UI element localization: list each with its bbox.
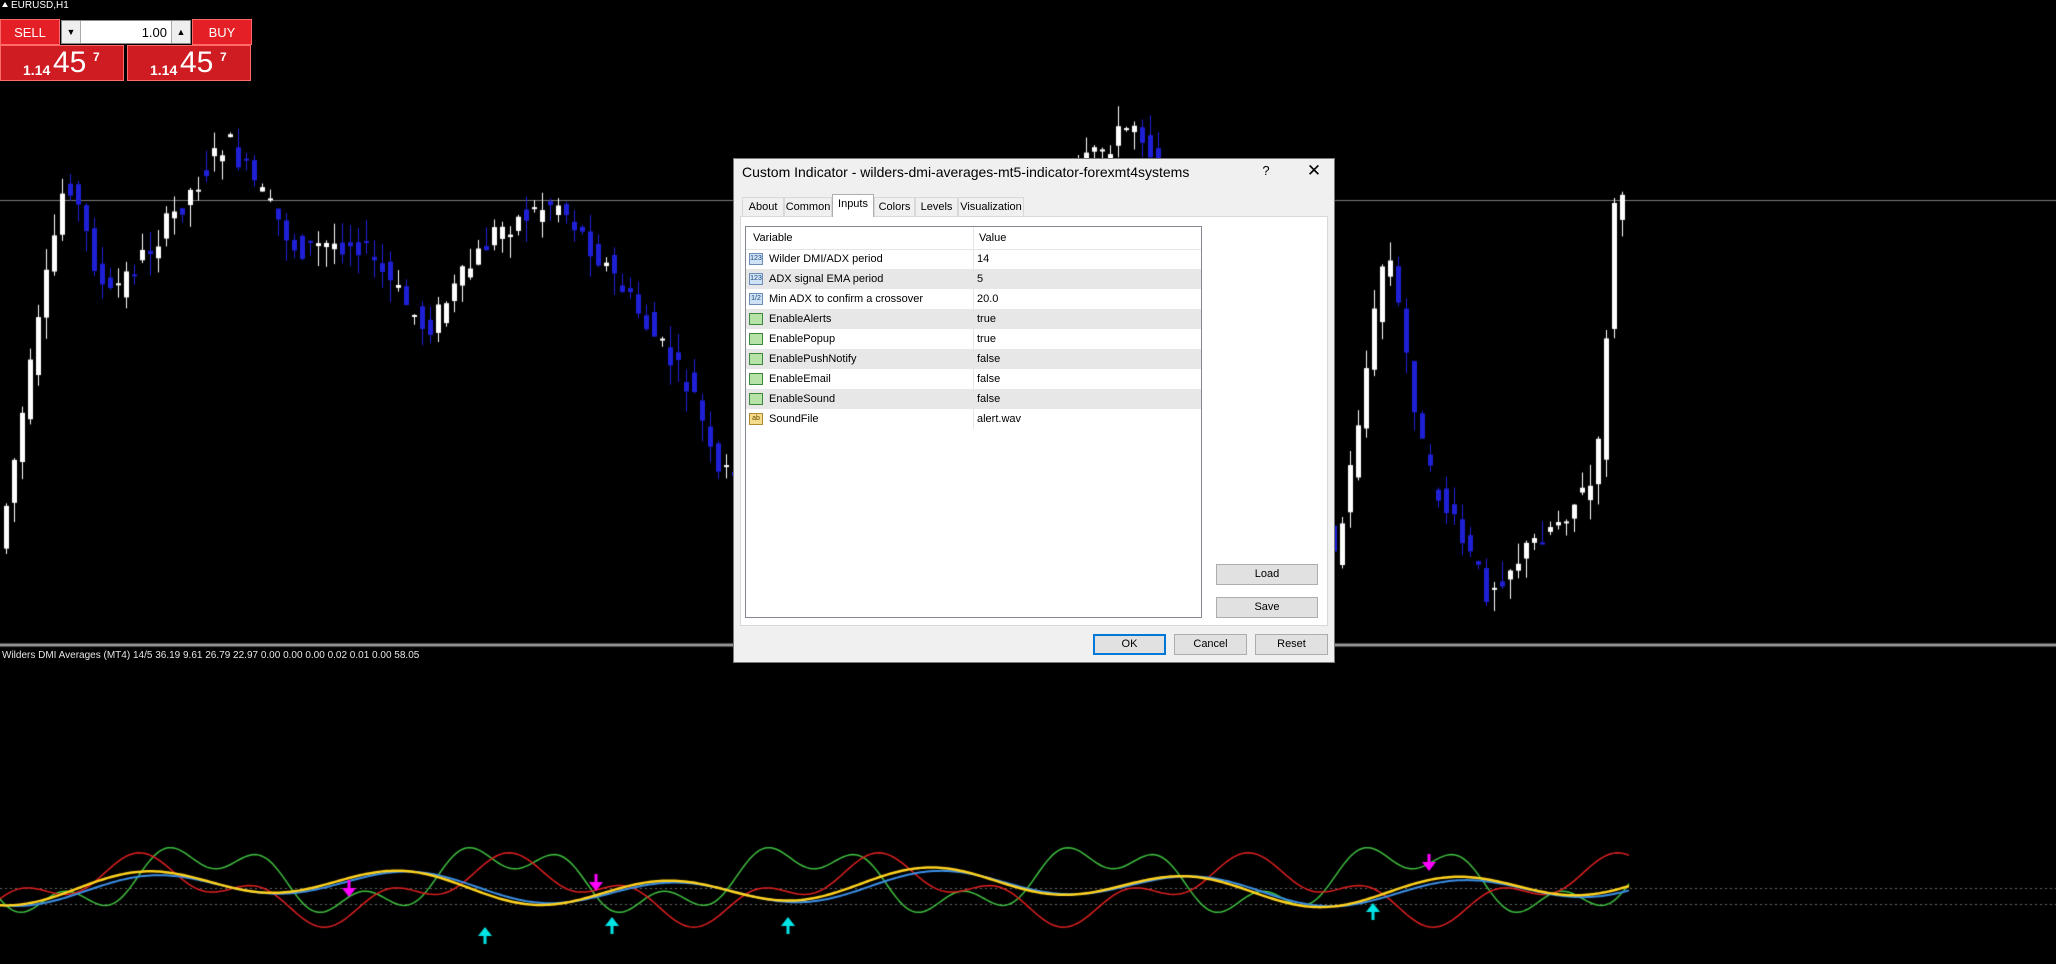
sell-price-pips: 45	[53, 46, 87, 79]
buy-price-pips: 45	[180, 46, 214, 79]
input-row[interactable]: 123 ADX signal EMA period 5	[746, 269, 1201, 289]
sell-price-button[interactable]: 1.14 45 7	[0, 45, 124, 81]
column-header-value[interactable]: Value	[979, 227, 1006, 249]
row-divider	[973, 289, 974, 309]
tab-inputs[interactable]: Inputs	[832, 194, 874, 217]
input-value[interactable]: 14	[977, 249, 989, 269]
input-row[interactable]: EnableAlerts true	[746, 309, 1201, 329]
row-divider	[973, 369, 974, 389]
input-row[interactable]: 1/2 Min ADX to confirm a crossover 20.0	[746, 289, 1201, 309]
tab-visualization[interactable]: Visualization	[958, 197, 1024, 216]
tab-levels[interactable]: Levels	[915, 197, 958, 216]
input-variable: Wilder DMI/ADX period	[769, 253, 883, 265]
input-value[interactable]: false	[977, 389, 1000, 409]
tab-colors[interactable]: Colors	[874, 197, 915, 216]
input-row[interactable]: EnablePopup true	[746, 329, 1201, 349]
symbol-text: EURUSD,H1	[11, 0, 69, 11]
input-row[interactable]: ab SoundFile alert.wav	[746, 409, 1201, 429]
ok-button[interactable]: OK	[1093, 634, 1166, 655]
volume-field: ▼ ▲	[61, 20, 191, 44]
input-value[interactable]: 20.0	[977, 289, 998, 309]
sell-price-fraction: 7	[93, 50, 100, 64]
string-type-icon: ab	[749, 413, 763, 425]
row-divider	[973, 349, 974, 369]
row-divider	[973, 249, 974, 269]
input-row[interactable]: EnablePushNotify false	[746, 349, 1201, 369]
boolean-type-icon	[749, 313, 763, 325]
indicator-label: Wilders DMI Averages (MT4) 14/5 36.19 9.…	[2, 650, 420, 661]
volume-decrease-icon[interactable]: ▼	[62, 21, 81, 43]
input-row[interactable]: EnableSound false	[746, 389, 1201, 409]
custom-indicator-dialog: Custom Indicator - wilders-dmi-averages-…	[733, 158, 1335, 663]
volume-increase-icon[interactable]: ▲	[171, 21, 190, 43]
save-button[interactable]: Save	[1216, 597, 1318, 618]
dialog-title: Custom Indicator - wilders-dmi-averages-…	[742, 164, 1190, 180]
buy-price-button[interactable]: 1.14 45 7	[127, 45, 251, 81]
input-value[interactable]: false	[977, 349, 1000, 369]
input-row[interactable]: EnableEmail false	[746, 369, 1201, 389]
row-divider	[973, 329, 974, 349]
cancel-button[interactable]: Cancel	[1174, 634, 1247, 655]
input-variable: EnableEmail	[769, 373, 831, 385]
buy-price-prefix: 1.14	[150, 62, 178, 78]
boolean-type-icon	[749, 373, 763, 385]
input-value[interactable]: 5	[977, 269, 983, 289]
symbol-label: EURUSD,H1	[2, 0, 69, 11]
integer-type-icon: 123	[749, 273, 763, 285]
input-value[interactable]: true	[977, 329, 996, 349]
one-click-trading-panel: SELL ▼ ▲ BUY 1.14 45 7 1.14 45 7	[0, 19, 252, 81]
integer-type-icon: 123	[749, 253, 763, 265]
input-value[interactable]: false	[977, 369, 1000, 389]
input-variable: EnablePopup	[769, 333, 836, 345]
boolean-type-icon	[749, 353, 763, 365]
grid-header: Variable Value	[746, 227, 1201, 250]
boolean-type-icon	[749, 393, 763, 405]
input-variable: EnableSound	[769, 393, 836, 405]
input-variable: EnableAlerts	[769, 313, 832, 325]
row-divider	[973, 409, 974, 429]
buy-price-fraction: 7	[220, 50, 227, 64]
column-header-variable[interactable]: Variable	[753, 227, 793, 249]
input-variable: SoundFile	[769, 413, 819, 425]
input-variable: ADX signal EMA period	[769, 273, 884, 285]
inputs-grid: Variable Value 123 Wilder DMI/ADX period…	[745, 226, 1202, 618]
tab-common[interactable]: Common	[784, 197, 832, 216]
collapse-triangle-icon[interactable]	[2, 2, 8, 7]
volume-input[interactable]	[81, 21, 171, 43]
row-divider	[973, 269, 974, 289]
input-value[interactable]: true	[977, 309, 996, 329]
boolean-type-icon	[749, 333, 763, 345]
input-value[interactable]: alert.wav	[977, 409, 1021, 429]
reset-button[interactable]: Reset	[1255, 634, 1328, 655]
input-row[interactable]: 123 Wilder DMI/ADX period 14	[746, 249, 1201, 269]
sell-price-prefix: 1.14	[23, 62, 51, 78]
row-divider	[973, 309, 974, 329]
header-divider	[973, 227, 974, 249]
help-icon[interactable]: ?	[1258, 163, 1274, 178]
load-button[interactable]: Load	[1216, 564, 1318, 585]
close-icon[interactable]: ✕	[1304, 161, 1324, 181]
double-type-icon: 1/2	[749, 293, 763, 305]
tab-about[interactable]: About	[742, 197, 784, 216]
input-variable: Min ADX to confirm a crossover	[769, 293, 924, 305]
buy-button[interactable]: BUY	[192, 19, 252, 45]
row-divider	[973, 389, 974, 409]
sell-button[interactable]: SELL	[0, 19, 60, 45]
input-variable: EnablePushNotify	[769, 353, 857, 365]
